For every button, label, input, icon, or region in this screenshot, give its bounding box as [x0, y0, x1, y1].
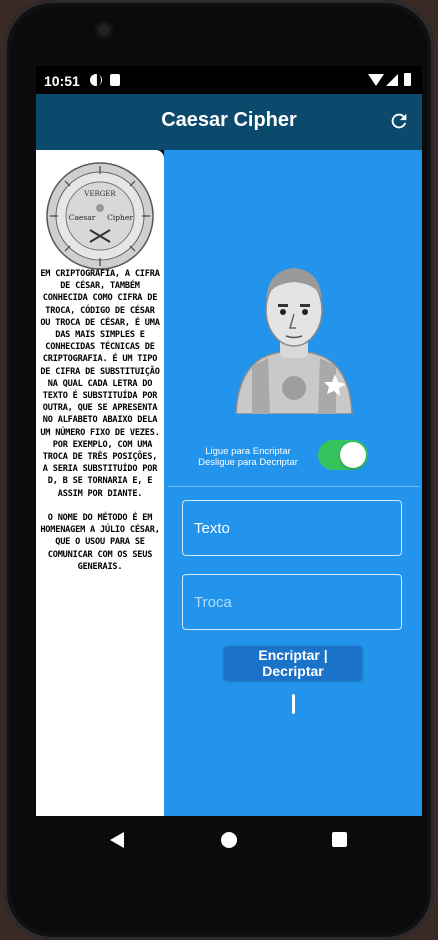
toggle-knob[interactable]: [340, 442, 366, 468]
app-bar: Caesar Cipher: [36, 94, 422, 150]
home-icon[interactable]: [221, 832, 237, 848]
navigation-bar: [36, 816, 422, 866]
shift-input[interactable]: [183, 575, 401, 629]
battery-icon: [404, 73, 411, 86]
front-camera: [98, 24, 110, 36]
toggle-labels: Ligue para Encriptar Desligue para Decri…: [178, 446, 318, 468]
back-icon[interactable]: [110, 832, 124, 848]
refresh-icon[interactable]: [388, 110, 410, 132]
shift-field[interactable]: [182, 574, 402, 630]
sd-card-icon: [110, 74, 120, 86]
toggle-label-decrypt: Desligue para Decriptar: [198, 457, 298, 468]
divider: [168, 486, 420, 487]
coin-right-text: Cipher: [107, 213, 133, 222]
caesar-bust-image: [235, 268, 353, 414]
phone-frame: 10:51 Caesar Cipher VERGER Caesar Cipher…: [4, 0, 434, 940]
data-saver-icon: [90, 74, 102, 86]
status-bar: 10:51: [36, 66, 422, 94]
screen: 10:51 Caesar Cipher VERGER Caesar Cipher…: [36, 66, 422, 816]
text-field[interactable]: [182, 500, 402, 556]
cipher-panel: Ligue para Encriptar Desligue para Decri…: [164, 150, 422, 816]
encrypt-decrypt-button[interactable]: Encriptar | Decriptar: [224, 646, 362, 680]
cipher-description: Em criptografia, a cifra de César, també…: [40, 269, 160, 572]
wifi-icon: [368, 74, 384, 86]
app-title: Caesar Cipher: [161, 109, 297, 131]
result-cursor: [292, 694, 295, 714]
coin-left-text: Caesar: [69, 213, 96, 222]
coin-top-text: VERGER: [83, 190, 116, 198]
text-input[interactable]: [183, 501, 401, 555]
signal-icon: [386, 74, 398, 86]
recent-apps-icon[interactable]: [332, 832, 347, 847]
history-panel: VERGER Caesar Cipher Em criptografia, a …: [36, 150, 164, 816]
encrypt-toggle[interactable]: [318, 440, 368, 470]
cipher-wheel-image: VERGER Caesar Cipher: [46, 162, 154, 270]
toggle-label-encrypt: Ligue para Encriptar: [205, 446, 291, 457]
status-time: 10:51: [44, 73, 80, 89]
